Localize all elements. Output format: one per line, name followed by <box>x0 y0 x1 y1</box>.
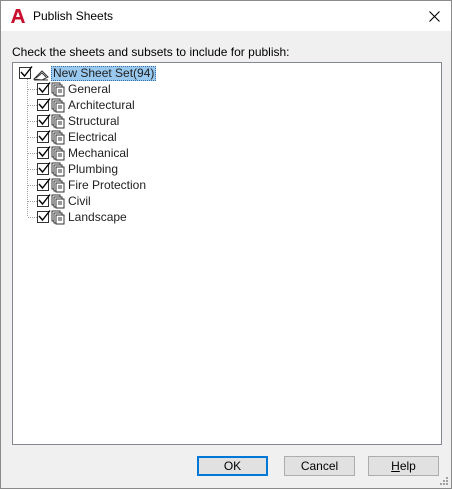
item-label: Electrical <box>68 130 117 144</box>
help-button[interactable]: Help <box>368 456 439 476</box>
sheet-tree[interactable]: New Sheet Set(94) General Architectural … <box>12 62 442 445</box>
tree-item-plumbing[interactable]: Plumbing <box>37 161 118 177</box>
tree-item-electrical[interactable]: Electrical <box>37 129 117 145</box>
tree-item-landscape[interactable]: Landscape <box>37 209 127 225</box>
tree-item-fire-protection[interactable]: Fire Protection <box>37 177 146 193</box>
cancel-button[interactable]: Cancel <box>284 456 355 476</box>
tree-item-structural[interactable]: Structural <box>37 113 119 129</box>
resize-grip-icon[interactable] <box>439 476 449 486</box>
sheet-subset-icon <box>51 210 65 224</box>
publish-sheets-dialog: Publish Sheets Check the sheets and subs… <box>0 0 452 489</box>
checkmark-icon <box>38 114 51 126</box>
close-icon <box>428 10 440 22</box>
checkmark-icon <box>38 162 51 174</box>
sheet-subset-icon <box>51 98 65 112</box>
sheet-subset-icon <box>51 194 65 208</box>
item-label: Mechanical <box>68 146 129 160</box>
sheet-subset-icon <box>51 114 65 128</box>
item-checkbox[interactable] <box>37 162 51 175</box>
item-label: Civil <box>68 194 91 208</box>
item-label: General <box>68 82 111 96</box>
tree-item-mechanical[interactable]: Mechanical <box>37 145 129 161</box>
help-mnemonic: H <box>391 459 400 473</box>
help-label-rest: elp <box>399 459 416 473</box>
close-button[interactable] <box>423 5 445 27</box>
tree-item-architectural[interactable]: Architectural <box>37 97 135 113</box>
item-label: Fire Protection <box>68 178 147 192</box>
instruction-label: Check the sheets and subsets to include … <box>12 45 290 59</box>
checkmark-icon <box>38 82 51 94</box>
item-label: Architectural <box>68 98 135 112</box>
checkmark-icon <box>38 194 51 206</box>
checkmark-icon <box>38 98 51 110</box>
sheet-subset-icon <box>51 130 65 144</box>
sheet-set-icon <box>33 69 49 81</box>
checkmark-icon <box>38 130 51 142</box>
sheet-subset-icon <box>51 82 65 96</box>
item-checkbox[interactable] <box>37 210 51 223</box>
item-checkbox[interactable] <box>37 82 51 95</box>
item-checkbox[interactable] <box>37 130 51 143</box>
checkmark-icon <box>20 66 33 78</box>
tree-item-general[interactable]: General <box>37 81 111 97</box>
title-bar: Publish Sheets <box>1 1 451 31</box>
item-label: Landscape <box>68 210 127 224</box>
root-label[interactable]: New Sheet Set(94) <box>51 65 157 81</box>
sheet-subset-icon <box>51 178 65 192</box>
autocad-a-icon <box>11 9 25 23</box>
item-checkbox[interactable] <box>37 178 51 191</box>
tree-root-node[interactable]: New Sheet Set(94) <box>19 65 157 81</box>
item-checkbox[interactable] <box>37 146 51 159</box>
item-checkbox[interactable] <box>37 194 51 207</box>
root-checkbox[interactable] <box>19 66 33 79</box>
sheet-subset-icon <box>51 162 65 176</box>
ok-button[interactable]: OK <box>197 456 268 476</box>
tree-item-civil[interactable]: Civil <box>37 193 91 209</box>
window-title: Publish Sheets <box>33 9 114 23</box>
checkmark-icon <box>38 146 51 158</box>
checkmark-icon <box>38 178 51 190</box>
item-label: Plumbing <box>68 162 119 176</box>
sheet-subset-icon <box>51 146 65 160</box>
item-checkbox[interactable] <box>37 98 51 111</box>
checkmark-icon <box>38 210 51 222</box>
item-label: Structural <box>68 114 120 128</box>
item-checkbox[interactable] <box>37 114 51 127</box>
